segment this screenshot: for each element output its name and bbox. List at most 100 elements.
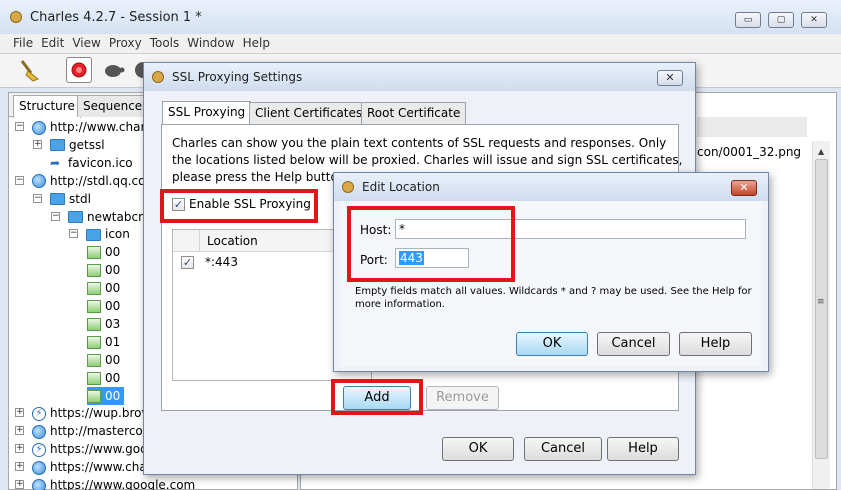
expand-icon[interactable]: + [15,408,24,418]
ssl-ok-button[interactable]: OK [442,437,514,461]
tab-ssl-proxying[interactable]: SSL Proxying [162,101,252,124]
tree-node[interactable]: 00 [87,386,125,405]
tree-node[interactable]: − stdl [33,190,91,208]
edit-dialog-app-icon [342,181,354,193]
tree-node-content: https://www.google.com [32,478,195,490]
tree-node[interactable]: ➦ favicon.ico [33,154,133,172]
ssl-description-line: the locations listed below will be proxi… [172,153,683,167]
turtle-icon [105,65,125,77]
tab-sequence[interactable]: Sequence [77,95,149,117]
ssl-help-button[interactable]: Help [607,437,679,461]
scroll-up-arrow-icon[interactable]: ▲ [818,147,824,156]
maximize-button[interactable]: ▢ [768,12,794,28]
column-divider [199,230,200,252]
expand-icon[interactable]: + [15,426,24,436]
tree-node[interactable]: + ⚡ https://www.goo [15,440,147,458]
tree-node-content: 00 [87,389,120,403]
record-button[interactable] [66,57,92,83]
edit-help-button[interactable]: Help [679,332,752,356]
tree-node[interactable]: − http://stdl.qq.co [15,172,145,190]
tab-structure[interactable]: Structure [13,95,81,118]
tree-node[interactable]: 00 [87,243,120,261]
menu-proxy[interactable]: Proxy [105,34,146,50]
tree-node[interactable]: − http://www.char [15,118,145,136]
throttle-button[interactable] [100,57,126,83]
expand-icon[interactable]: + [33,139,42,149]
tab-client-certificates[interactable]: Client Certificates [249,102,369,124]
tree-node-label: http://mastercor [50,424,148,439]
remove-location-button[interactable]: Remove [426,386,499,410]
tab-root-certificate[interactable]: Root Certificate [361,102,467,124]
detail-scrollbar[interactable]: ▲ ≡ [812,141,830,489]
tree-node-label: favicon.ico [68,155,133,170]
tree-node[interactable]: − icon [69,225,130,243]
tree-node[interactable]: 00 [87,279,120,297]
menu-file[interactable]: File [9,34,37,50]
globe-icon [32,424,46,439]
collapse-icon[interactable]: − [15,122,24,131]
tree-node[interactable]: + ⚡ https://wup.brov [15,404,149,422]
tree-node-label: 03 [105,316,121,331]
expand-icon[interactable]: + [15,462,24,472]
tree-node[interactable]: + getssl [33,136,105,154]
location-enabled-checkbox[interactable]: ✓ [181,256,194,269]
edit-ok-button[interactable]: OK [516,332,588,356]
enable-ssl-highlight-box [160,189,318,223]
tree-node-label: newtabcn [87,209,146,224]
close-button[interactable]: ✕ [801,12,827,28]
tree-node[interactable]: + https://www.cha [15,458,147,476]
wildcard-note-line: Empty fields match all values. Wildcards… [355,286,752,297]
tree-node-content: https://www.cha [32,460,147,475]
tree-node[interactable]: 03 [87,315,120,333]
folder-icon [68,211,83,223]
expand-icon[interactable]: + [15,444,24,454]
collapse-icon[interactable]: − [69,229,78,239]
tree-node[interactable]: + http://mastercor [15,422,148,440]
scroll-thumb[interactable] [815,159,828,459]
detail-header-strip [697,117,807,137]
tree-node[interactable]: 01 [87,333,120,351]
tree-node-content: ⚡ https://wup.brov [32,406,149,421]
collapse-icon[interactable]: − [33,193,42,203]
tree-node[interactable]: 00 [87,369,120,387]
edit-dialog-close-button[interactable]: ✕ [731,180,757,196]
tree-node-label: 00 [105,370,121,385]
tree-node[interactable]: 00 [87,351,120,369]
ssl-cancel-button[interactable]: Cancel [524,437,602,461]
menu-edit[interactable]: Edit [37,34,68,50]
menu-tools[interactable]: Tools [146,34,184,50]
menu-view[interactable]: View [68,34,104,50]
tree-node-label: 00 [105,352,121,367]
tree-node-content: ➦ favicon.ico [50,156,133,170]
broom-icon [20,60,39,82]
title-bar: Charles 4.2.7 - Session 1 * ▭ ▢ ✕ [0,0,841,34]
edit-dialog-title: Edit Location [362,180,440,194]
link-icon: ➦ [50,156,61,171]
menu-window[interactable]: Window [183,34,238,50]
tree-node-content: 00 [87,353,120,367]
record-icon [71,62,87,78]
edit-dialog-title-bar: Edit Location ✕ [334,173,768,201]
minimize-button[interactable]: ▭ [735,12,761,28]
ssl-dialog-close-button[interactable]: ✕ [657,70,683,86]
location-value: *:443 [205,255,238,269]
edit-cancel-button[interactable]: Cancel [597,332,670,356]
tree-node-label: icon [105,227,130,242]
broom-clear-button[interactable] [16,57,42,83]
menu-help[interactable]: Help [239,34,274,50]
tree-node[interactable]: − newtabcn [51,208,146,226]
collapse-icon[interactable]: − [51,211,60,221]
collapse-icon[interactable]: − [15,175,24,185]
tree-node[interactable]: 00 [87,261,120,279]
image-icon [87,300,101,313]
bolt-icon: ⚡ [32,442,46,457]
image-icon [87,389,101,403]
tree-node-label: 00 [105,299,121,313]
ssl-description-line: Charles can show you the plain text cont… [172,136,667,150]
tree-node-label: stdl [69,191,91,206]
location-column-header[interactable]: Location [207,234,258,248]
globe-icon [32,478,46,490]
tree-node[interactable]: + https://www.google.com [15,476,195,490]
tree-node[interactable]: 00 [87,297,120,315]
expand-icon[interactable]: + [15,480,24,489]
